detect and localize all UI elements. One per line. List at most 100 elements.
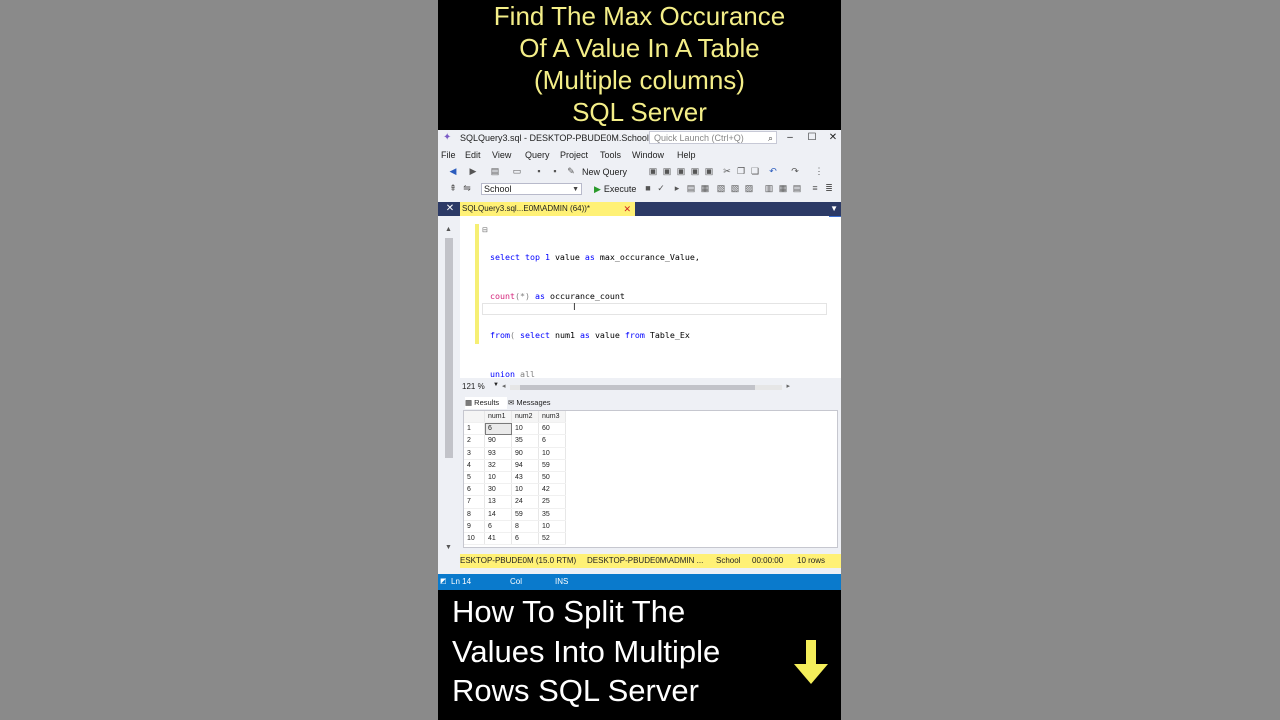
back-icon[interactable]: ◀ xyxy=(448,166,458,177)
db-query-icon[interactable]: ▣ xyxy=(704,166,714,177)
table-cell[interactable]: 6 xyxy=(538,434,566,448)
menu-project[interactable]: Project xyxy=(560,150,588,160)
table-cell[interactable]: 25 xyxy=(538,495,566,509)
forward-icon[interactable]: ▶ xyxy=(468,166,478,177)
open-icon[interactable]: ▭ xyxy=(512,166,522,177)
table-cell[interactable]: 41 xyxy=(484,532,512,546)
editor-horizontal-scrollbar[interactable]: ◂ ▸ xyxy=(502,383,790,390)
debug-icon[interactable]: ▸ xyxy=(672,183,682,194)
menu-window[interactable]: Window xyxy=(632,150,664,160)
table-cell[interactable]: 6 xyxy=(511,532,539,546)
db-query-icon[interactable]: ▣ xyxy=(662,166,672,177)
database-select[interactable]: School ▼ xyxy=(481,183,582,195)
table-cell[interactable]: 10 xyxy=(538,520,566,533)
undo-icon[interactable]: ↶ xyxy=(768,166,778,177)
table-cell[interactable]: 35 xyxy=(511,434,539,448)
query-editor[interactable]: ⊟ select top 1 value as max_occurance_Va… xyxy=(460,216,841,535)
column-header[interactable]: num1 xyxy=(484,411,512,424)
quick-launch-input[interactable]: Quick Launch (Ctrl+Q) ⌕ xyxy=(649,131,777,144)
table-cell[interactable]: 59 xyxy=(538,459,566,472)
close-icon[interactable]: ✕ xyxy=(442,202,458,216)
new-query-button[interactable]: New Query xyxy=(582,167,627,177)
chevron-down-icon[interactable]: ▼ xyxy=(445,544,452,551)
table-cell[interactable]: 43 xyxy=(511,471,539,485)
table-cell[interactable]: 32 xyxy=(484,459,512,472)
parse-icon[interactable]: ✓ xyxy=(656,183,666,194)
menu-file[interactable]: File xyxy=(441,150,456,160)
table-cell[interactable]: 6 xyxy=(484,422,512,436)
save-icon[interactable]: ▪ xyxy=(534,166,544,177)
paste-icon[interactable]: ❏ xyxy=(750,166,760,177)
table-cell[interactable]: 90 xyxy=(511,447,539,460)
toolbar-overflow-icon[interactable]: ⋮ xyxy=(814,166,824,177)
tab-results[interactable]: ▦ Results xyxy=(465,397,507,409)
uncomment-icon[interactable]: ≣ xyxy=(824,183,834,194)
table-cell[interactable]: 93 xyxy=(484,447,512,460)
table-cell[interactable]: 14 xyxy=(484,508,512,521)
menu-help[interactable]: Help xyxy=(677,150,696,160)
table-cell[interactable]: 24 xyxy=(511,495,539,509)
scrollbar-thumb[interactable] xyxy=(520,385,755,390)
chevron-right-icon[interactable]: ▸ xyxy=(786,382,790,390)
table-row[interactable]: 10 41 6 52 xyxy=(464,532,566,546)
tab-messages[interactable]: ✉ Messages xyxy=(508,397,558,409)
table-cell[interactable]: 35 xyxy=(538,508,566,521)
table-cell[interactable]: 10 xyxy=(511,422,539,436)
column-header[interactable]: num2 xyxy=(511,411,539,424)
results-file-icon[interactable]: ▤ xyxy=(792,183,802,194)
save-all-icon[interactable]: ▪ xyxy=(550,166,560,177)
table-cell[interactable]: 42 xyxy=(538,483,566,497)
table-cell[interactable]: 50 xyxy=(538,471,566,485)
table-cell[interactable]: 8 xyxy=(511,520,539,533)
stats-icon[interactable]: ▨ xyxy=(744,183,754,194)
table-cell[interactable]: 94 xyxy=(511,459,539,472)
collapse-icon[interactable]: ⊟ xyxy=(482,226,488,234)
minimize-button[interactable]: ‒ xyxy=(783,131,797,145)
close-button[interactable]: ✕ xyxy=(826,131,840,145)
redo-icon[interactable]: ↷ xyxy=(790,166,800,177)
chevron-down-icon[interactable]: ▼ xyxy=(493,382,499,388)
new-file-icon[interactable]: ▤ xyxy=(490,166,500,177)
zoom-level[interactable]: 121 % xyxy=(462,382,485,391)
results-text-icon[interactable]: ▥ xyxy=(764,183,774,194)
results-grid-icon[interactable]: ▦ xyxy=(700,183,710,194)
table-row[interactable]: 6 30 10 42 xyxy=(464,483,566,497)
db-query-icon[interactable]: ▣ xyxy=(676,166,686,177)
comment-icon[interactable]: ≡ xyxy=(810,183,820,194)
menu-tools[interactable]: Tools xyxy=(600,150,621,160)
cut-icon[interactable]: ✂ xyxy=(722,166,732,177)
table-row[interactable]: 9 6 8 10 xyxy=(464,520,566,533)
table-cell[interactable]: 90 xyxy=(484,434,512,448)
results-to-icon[interactable]: ▤ xyxy=(686,183,696,194)
table-row[interactable]: 3 93 90 10 xyxy=(464,447,566,460)
results-grid-icon[interactable]: ▦ xyxy=(778,183,788,194)
column-header[interactable]: num3 xyxy=(538,411,566,424)
chevron-up-icon[interactable]: ▲ xyxy=(445,226,452,233)
copy-icon[interactable]: ❐ xyxy=(736,166,746,177)
table-row[interactable]: 7 13 24 25 xyxy=(464,495,566,509)
results-grid[interactable]: num1 num2 num3 1 6 10 60 2 90 35 6 3 93 90 10 4 32… xyxy=(463,410,838,548)
tab-sqlquery3[interactable]: SQLQuery3.sql...E0M\ADMIN (64))* ✕ xyxy=(460,202,635,216)
table-cell[interactable]: 59 xyxy=(511,508,539,521)
menu-edit[interactable]: Edit xyxy=(465,150,481,160)
left-scrollbar[interactable] xyxy=(445,238,453,458)
table-cell[interactable]: 10 xyxy=(511,483,539,497)
plan-icon[interactable]: ▧ xyxy=(716,183,726,194)
close-icon[interactable]: ✕ xyxy=(623,202,631,216)
table-cell[interactable]: 6 xyxy=(484,520,512,533)
table-row[interactable]: 4 32 94 59 xyxy=(464,459,566,472)
chevron-left-icon[interactable]: ◂ xyxy=(502,382,506,390)
chevron-down-icon[interactable]: ▼ xyxy=(830,202,838,216)
table-cell[interactable]: 30 xyxy=(484,483,512,497)
db-query-icon[interactable]: ▣ xyxy=(648,166,658,177)
menu-query[interactable]: Query xyxy=(525,150,550,160)
table-row[interactable]: 8 14 59 35 xyxy=(464,508,566,521)
table-cell[interactable]: 52 xyxy=(538,532,566,546)
menu-view[interactable]: View xyxy=(492,150,511,160)
execute-button[interactable]: ▶ Execute xyxy=(594,184,636,195)
change-connection-icon[interactable]: ⇋ xyxy=(462,183,472,194)
connect-icon[interactable]: ⇞ xyxy=(448,183,458,194)
plan-icon[interactable]: ▧ xyxy=(730,183,740,194)
db-query-icon[interactable]: ▣ xyxy=(690,166,700,177)
table-cell[interactable]: 13 xyxy=(484,495,512,509)
